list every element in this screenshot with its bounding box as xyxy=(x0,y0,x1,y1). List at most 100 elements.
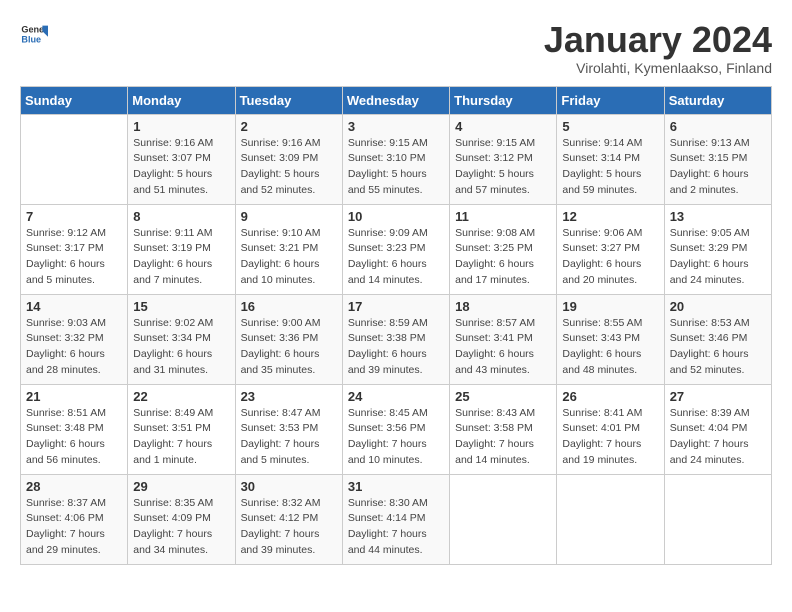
day-number: 17 xyxy=(348,299,444,314)
page-header: General Blue January 2024 Virolahti, Kym… xyxy=(20,20,772,76)
day-number: 3 xyxy=(348,119,444,134)
day-number: 23 xyxy=(241,389,337,404)
calendar-cell: 17 Sunrise: 8:59 AM Sunset: 3:38 PM Dayli… xyxy=(342,294,449,384)
calendar-cell: 31 Sunrise: 8:30 AM Sunset: 4:14 PM Dayli… xyxy=(342,474,449,564)
logo-icon: General Blue xyxy=(20,20,48,48)
day-number: 11 xyxy=(455,209,551,224)
day-info: Sunrise: 9:16 AM Sunset: 3:07 PM Dayligh… xyxy=(133,136,229,199)
day-info: Sunrise: 9:13 AM Sunset: 3:15 PM Dayligh… xyxy=(670,136,766,199)
day-number: 14 xyxy=(26,299,122,314)
day-info: Sunrise: 8:55 AM Sunset: 3:43 PM Dayligh… xyxy=(562,316,658,379)
calendar-cell: 30Sunrise: 8:32 AM Sunset: 4:12 PM Dayli… xyxy=(235,474,342,564)
calendar-cell: 5 Sunrise: 9:14 AM Sunset: 3:14 PM Daylig… xyxy=(557,114,664,204)
day-number: 8 xyxy=(133,209,229,224)
day-info: Sunrise: 9:10 AM Sunset: 3:21 PM Dayligh… xyxy=(241,226,337,289)
calendar-cell: 12 Sunrise: 9:06 AM Sunset: 3:27 PM Dayli… xyxy=(557,204,664,294)
day-number: 9 xyxy=(241,209,337,224)
day-number: 2 xyxy=(241,119,337,134)
calendar-cell: 26 Sunrise: 8:41 AM Sunset: 4:01 PM Dayli… xyxy=(557,384,664,474)
calendar-cell: 9 Sunrise: 9:10 AM Sunset: 3:21 PM Daylig… xyxy=(235,204,342,294)
day-number: 22 xyxy=(133,389,229,404)
day-info: Sunrise: 9:11 AM Sunset: 3:19 PM Dayligh… xyxy=(133,226,229,289)
calendar-cell xyxy=(450,474,557,564)
day-number: 28 xyxy=(26,479,122,494)
day-number: 26 xyxy=(562,389,658,404)
weekday-header-thursday: Thursday xyxy=(450,86,557,114)
calendar-cell: 2 Sunrise: 9:16 AM Sunset: 3:09 PM Daylig… xyxy=(235,114,342,204)
day-number: 30 xyxy=(241,479,337,494)
weekday-header-wednesday: Wednesday xyxy=(342,86,449,114)
calendar-cell: 8 Sunrise: 9:11 AM Sunset: 3:19 PM Daylig… xyxy=(128,204,235,294)
calendar-cell: 11 Sunrise: 9:08 AM Sunset: 3:25 PM Dayli… xyxy=(450,204,557,294)
day-number: 21 xyxy=(26,389,122,404)
day-info: Sunrise: 8:51 AM Sunset: 3:48 PM Dayligh… xyxy=(26,406,122,469)
day-info: Sunrise: 9:14 AM Sunset: 3:14 PM Dayligh… xyxy=(562,136,658,199)
day-number: 13 xyxy=(670,209,766,224)
day-number: 7 xyxy=(26,209,122,224)
calendar-cell: 20 Sunrise: 8:53 AM Sunset: 3:46 PM Dayli… xyxy=(664,294,771,384)
day-number: 12 xyxy=(562,209,658,224)
day-number: 20 xyxy=(670,299,766,314)
day-info: Sunrise: 8:43 AM Sunset: 3:58 PM Dayligh… xyxy=(455,406,551,469)
calendar-cell: 13 Sunrise: 9:05 AM Sunset: 3:29 PM Dayli… xyxy=(664,204,771,294)
day-number: 31 xyxy=(348,479,444,494)
day-info: Sunrise: 8:41 AM Sunset: 4:01 PM Dayligh… xyxy=(562,406,658,469)
day-info: Sunrise: 9:06 AM Sunset: 3:27 PM Dayligh… xyxy=(562,226,658,289)
calendar-cell xyxy=(557,474,664,564)
day-number: 19 xyxy=(562,299,658,314)
calendar-cell: 23Sunrise: 8:47 AM Sunset: 3:53 PM Dayli… xyxy=(235,384,342,474)
calendar-cell: 1 Sunrise: 9:16 AM Sunset: 3:07 PM Daylig… xyxy=(128,114,235,204)
day-number: 6 xyxy=(670,119,766,134)
day-info: Sunrise: 9:00 AM Sunset: 3:36 PM Dayligh… xyxy=(241,316,337,379)
day-info: Sunrise: 9:15 AM Sunset: 3:10 PM Dayligh… xyxy=(348,136,444,199)
calendar-cell: 6 Sunrise: 9:13 AM Sunset: 3:15 PM Daylig… xyxy=(664,114,771,204)
day-info: Sunrise: 8:53 AM Sunset: 3:46 PM Dayligh… xyxy=(670,316,766,379)
calendar-cell: 19 Sunrise: 8:55 AM Sunset: 3:43 PM Dayli… xyxy=(557,294,664,384)
calendar-cell: 3 Sunrise: 9:15 AM Sunset: 3:10 PM Daylig… xyxy=(342,114,449,204)
location: Virolahti, Kymenlaakso, Finland xyxy=(544,60,772,76)
logo: General Blue xyxy=(20,20,48,48)
calendar-cell: 7 Sunrise: 9:12 AM Sunset: 3:17 PM Daylig… xyxy=(21,204,128,294)
day-number: 5 xyxy=(562,119,658,134)
weekday-header-tuesday: Tuesday xyxy=(235,86,342,114)
calendar-cell: 27 Sunrise: 8:39 AM Sunset: 4:04 PM Dayli… xyxy=(664,384,771,474)
calendar-cell xyxy=(664,474,771,564)
day-info: Sunrise: 9:16 AM Sunset: 3:09 PM Dayligh… xyxy=(241,136,337,199)
calendar-cell: 14 Sunrise: 9:03 AM Sunset: 3:32 PM Dayli… xyxy=(21,294,128,384)
day-info: Sunrise: 9:02 AM Sunset: 3:34 PM Dayligh… xyxy=(133,316,229,379)
day-info: Sunrise: 9:12 AM Sunset: 3:17 PM Dayligh… xyxy=(26,226,122,289)
day-number: 27 xyxy=(670,389,766,404)
calendar-cell: 18Sunrise: 8:57 AM Sunset: 3:41 PM Dayli… xyxy=(450,294,557,384)
calendar-cell: 10Sunrise: 9:09 AM Sunset: 3:23 PM Dayli… xyxy=(342,204,449,294)
weekday-header-sunday: Sunday xyxy=(21,86,128,114)
day-info: Sunrise: 9:05 AM Sunset: 3:29 PM Dayligh… xyxy=(670,226,766,289)
day-info: Sunrise: 8:39 AM Sunset: 4:04 PM Dayligh… xyxy=(670,406,766,469)
day-number: 29 xyxy=(133,479,229,494)
day-info: Sunrise: 9:08 AM Sunset: 3:25 PM Dayligh… xyxy=(455,226,551,289)
calendar-cell: 25Sunrise: 8:43 AM Sunset: 3:58 PM Dayli… xyxy=(450,384,557,474)
day-info: Sunrise: 8:37 AM Sunset: 4:06 PM Dayligh… xyxy=(26,496,122,559)
month-title: January 2024 xyxy=(544,20,772,60)
weekday-header-friday: Friday xyxy=(557,86,664,114)
day-number: 1 xyxy=(133,119,229,134)
svg-text:Blue: Blue xyxy=(21,34,41,44)
title-section: January 2024 Virolahti, Kymenlaakso, Fin… xyxy=(544,20,772,76)
day-info: Sunrise: 9:03 AM Sunset: 3:32 PM Dayligh… xyxy=(26,316,122,379)
weekday-header-saturday: Saturday xyxy=(664,86,771,114)
day-number: 18 xyxy=(455,299,551,314)
day-number: 10 xyxy=(348,209,444,224)
day-info: Sunrise: 8:35 AM Sunset: 4:09 PM Dayligh… xyxy=(133,496,229,559)
day-info: Sunrise: 9:15 AM Sunset: 3:12 PM Dayligh… xyxy=(455,136,551,199)
calendar-cell: 22 Sunrise: 8:49 AM Sunset: 3:51 PM Dayli… xyxy=(128,384,235,474)
day-info: Sunrise: 8:59 AM Sunset: 3:38 PM Dayligh… xyxy=(348,316,444,379)
weekday-header-monday: Monday xyxy=(128,86,235,114)
calendar-table: SundayMondayTuesdayWednesdayThursdayFrid… xyxy=(20,86,772,565)
calendar-cell: 16 Sunrise: 9:00 AM Sunset: 3:36 PM Dayli… xyxy=(235,294,342,384)
calendar-cell: 24Sunrise: 8:45 AM Sunset: 3:56 PM Dayli… xyxy=(342,384,449,474)
day-info: Sunrise: 8:30 AM Sunset: 4:14 PM Dayligh… xyxy=(348,496,444,559)
calendar-cell: 21 Sunrise: 8:51 AM Sunset: 3:48 PM Dayli… xyxy=(21,384,128,474)
calendar-cell xyxy=(21,114,128,204)
calendar-cell: 4Sunrise: 9:15 AM Sunset: 3:12 PM Daylig… xyxy=(450,114,557,204)
day-number: 16 xyxy=(241,299,337,314)
day-info: Sunrise: 8:49 AM Sunset: 3:51 PM Dayligh… xyxy=(133,406,229,469)
